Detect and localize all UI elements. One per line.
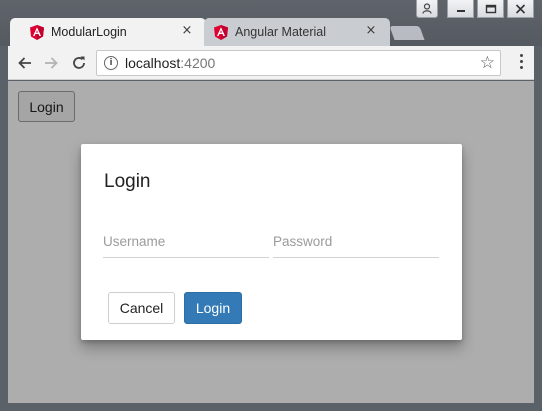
tab-title: Angular Material [235, 25, 327, 39]
back-arrow-icon[interactable] [14, 52, 36, 74]
close-tab-icon[interactable]: × [180, 24, 194, 38]
maximize-icon[interactable] [477, 0, 504, 18]
user-profile-icon[interactable] [416, 0, 438, 18]
minimize-icon[interactable] [447, 0, 474, 18]
info-icon[interactable]: i [104, 56, 118, 70]
close-window-icon[interactable] [507, 0, 534, 18]
kebab-menu-icon[interactable] [520, 54, 524, 69]
cancel-button[interactable]: Cancel [108, 292, 175, 324]
reload-icon[interactable] [68, 52, 90, 74]
login-dialog: Login Cancel Login [81, 144, 462, 340]
forward-arrow-icon[interactable] [40, 52, 62, 74]
login-button[interactable]: Login [184, 292, 242, 324]
tab-title: ModularLogin [51, 25, 127, 39]
password-field [273, 226, 439, 258]
browser-toolbar: i localhost:4200 ☆ [8, 46, 534, 80]
angular-icon [214, 24, 228, 40]
username-field [103, 226, 269, 258]
browser-window: ModularLogin × Angular Material × i loca… [0, 0, 542, 411]
username-input[interactable] [103, 226, 269, 249]
password-input[interactable] [273, 226, 439, 249]
window-frame-bottom [0, 403, 542, 411]
star-icon[interactable]: ☆ [480, 53, 495, 73]
window-controls [416, 0, 534, 18]
dialog-title: Login [104, 171, 151, 192]
angular-icon [30, 24, 44, 40]
close-tab-icon[interactable]: × [364, 24, 378, 38]
page-content: Login Login Cancel Login [8, 81, 534, 403]
title-bar: ModularLogin × Angular Material × [0, 0, 542, 46]
new-tab-button[interactable] [389, 26, 425, 40]
url-text: localhost:4200 [125, 55, 216, 71]
address-bar[interactable]: i localhost:4200 ☆ [96, 50, 501, 76]
tab-modular-login[interactable]: ModularLogin × [10, 18, 206, 46]
tab-angular-material[interactable]: Angular Material × [204, 18, 390, 46]
